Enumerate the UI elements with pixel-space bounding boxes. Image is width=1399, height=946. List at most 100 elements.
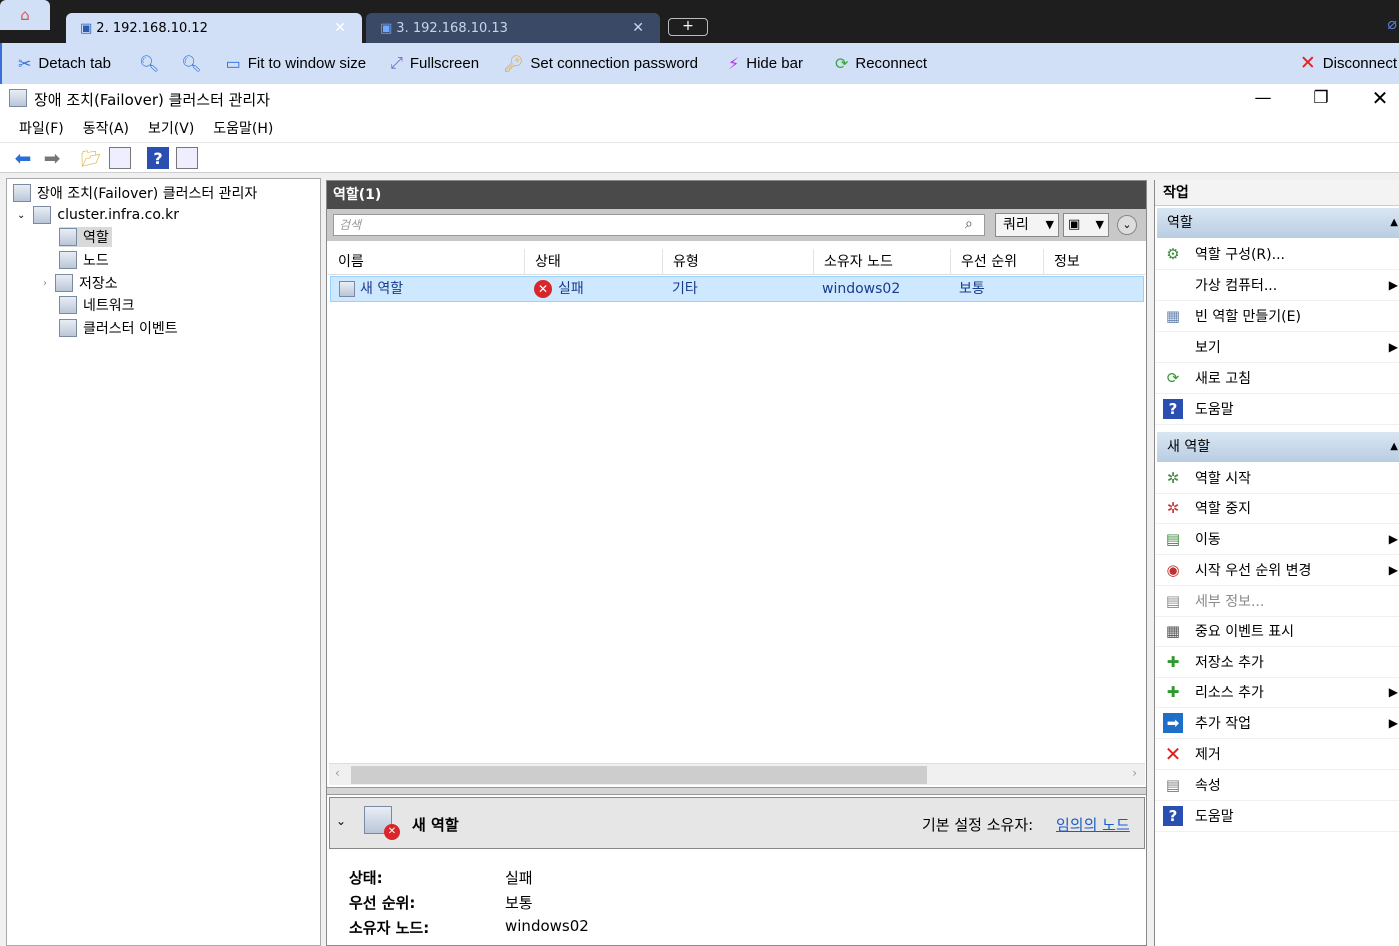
fit-to-window-button[interactable]: ▭ Fit to window size: [226, 54, 367, 74]
show-hide-tree-icon[interactable]: [109, 147, 131, 169]
col-info[interactable]: 정보: [1044, 249, 1144, 275]
action-help[interactable]: ? 도움말: [1155, 394, 1399, 425]
storage-icon: [55, 274, 73, 292]
col-priority[interactable]: 우선 순위: [951, 249, 1044, 275]
close-tab-icon[interactable]: ✕: [632, 20, 644, 36]
action-details[interactable]: ▤ 세부 정보...: [1155, 586, 1399, 617]
action-start-role[interactable]: ✲ 역할 시작: [1155, 463, 1399, 494]
action-properties[interactable]: ▤ 속성: [1155, 770, 1399, 801]
menu-file[interactable]: 파일(F): [19, 118, 64, 138]
fullscreen-button[interactable]: ⤢ Fullscreen: [390, 55, 479, 73]
col-owner[interactable]: 소유자 노드: [814, 249, 951, 275]
query-button[interactable]: 쿼리 ▼: [995, 213, 1059, 237]
expand-chevron-icon[interactable]: ›: [43, 278, 47, 289]
home-tab[interactable]: ⌂: [0, 0, 50, 30]
show-action-pane-icon[interactable]: [176, 147, 198, 169]
detach-tab-button[interactable]: ✂ Detach tab: [18, 54, 111, 74]
zoom-out-button[interactable]: 🔍︎: [181, 54, 201, 74]
minimize-button[interactable]: —: [1239, 84, 1287, 114]
roles-panel: 역할(1) 검색 ⌕ 쿼리 ▼ ▣ ▼ ⌄ 이름 상태 유형 소유자 노드 우선 순…: [326, 180, 1147, 946]
preferred-owner-link[interactable]: 임의의 노드: [1056, 814, 1130, 835]
expand-chevron-icon[interactable]: ⌄: [17, 210, 25, 221]
col-name[interactable]: 이름: [328, 249, 525, 275]
window-title: 장애 조치(Failover) 클러스터 관리자: [34, 90, 271, 109]
disconnect-button[interactable]: ✕ Disconnect: [1300, 52, 1397, 75]
tree-cluster[interactable]: ⌄ cluster.infra.co.kr: [17, 206, 179, 224]
action-label: 빈 역할 만들기(E): [1195, 309, 1301, 325]
hide-bar-button[interactable]: ⚡︎ Hide bar: [728, 54, 803, 74]
search-icon[interactable]: ⌕: [965, 216, 973, 232]
action-add-storage[interactable]: ✚ 저장소 추가: [1155, 647, 1399, 678]
field-priority-value: 보통: [505, 894, 533, 912]
collapse-arrow-icon[interactable]: ▲: [1390, 208, 1398, 238]
close-window-button[interactable]: ✕: [1356, 84, 1399, 114]
menu-bar: 파일(F) 동작(A) 보기(V) 도움말(H): [0, 114, 1399, 142]
tab-192-168-10-12[interactable]: ▣ 2. 192.168.10.12 ✕: [66, 13, 362, 43]
action-more-actions[interactable]: ➡ 추가 작업 ▶: [1155, 708, 1399, 739]
dropdown-arrow-icon: ▼: [1095, 218, 1104, 231]
tree-item-networks[interactable]: 네트워크: [59, 295, 135, 315]
save-query-button[interactable]: ▣ ▼: [1063, 213, 1109, 237]
action-show-critical-events[interactable]: ▦ 중요 이벤트 표시: [1155, 616, 1399, 647]
menu-view[interactable]: 보기(V): [148, 118, 194, 138]
monitor-icon: ▣: [80, 20, 93, 36]
action-label: 역할 중지: [1195, 501, 1251, 517]
submenu-arrow-icon: ▶: [1388, 340, 1398, 354]
action-stop-role[interactable]: ✲ 역할 중지: [1155, 493, 1399, 524]
tree-root[interactable]: 장애 조치(Failover) 클러스터 관리자: [13, 183, 257, 203]
horizontal-scrollbar[interactable]: ‹ ›: [329, 763, 1145, 785]
action-label: 저장소 추가: [1195, 655, 1264, 671]
key-icon: 🔑︎: [503, 55, 524, 73]
action-view[interactable]: 보기 ▶: [1155, 332, 1399, 363]
action-move[interactable]: ▤ 이동 ▶: [1155, 524, 1399, 555]
tree-item-nodes[interactable]: 노드: [59, 250, 109, 270]
reconnect-button[interactable]: ⟳ Reconnect: [835, 54, 927, 74]
action-add-resource[interactable]: ✚ 리소스 추가 ▶: [1155, 677, 1399, 708]
action-help-2[interactable]: ? 도움말: [1155, 801, 1399, 832]
new-tab-button[interactable]: +: [668, 18, 708, 36]
tab-192-168-10-13[interactable]: ▣ 3. 192.168.10.13 ✕: [366, 13, 660, 43]
scroll-right-icon[interactable]: ›: [1132, 766, 1137, 780]
tree-item-storage[interactable]: › 저장소: [43, 273, 118, 293]
more-actions-icon: ➡: [1163, 713, 1183, 733]
action-refresh[interactable]: ⟳ 새로 고침: [1155, 363, 1399, 394]
cell-type: 기타: [672, 281, 698, 297]
collapse-chevron-icon[interactable]: ⌄: [336, 814, 346, 828]
configure-role-icon: ⚙: [1166, 245, 1180, 263]
back-arrow-icon[interactable]: ⬅: [12, 146, 34, 170]
action-change-startup-priority[interactable]: ◉ 시작 우선 순위 변경 ▶: [1155, 555, 1399, 586]
action-label: 도움말: [1195, 809, 1234, 825]
tree-item-roles[interactable]: 역할: [59, 227, 112, 247]
col-type[interactable]: 유형: [663, 249, 814, 275]
monitor-icon: ▣: [380, 20, 393, 36]
menu-action[interactable]: 동작(A): [83, 118, 129, 138]
pane-splitter[interactable]: [327, 787, 1146, 795]
action-configure-role[interactable]: ⚙ 역할 구성(R)...: [1155, 239, 1399, 270]
menu-help[interactable]: 도움말(H): [213, 118, 273, 138]
role-failed-icon: ✕: [364, 806, 400, 840]
paperclip-icon[interactable]: ⌀: [1387, 14, 1397, 33]
search-input[interactable]: 검색: [333, 214, 985, 236]
set-password-button[interactable]: 🔑︎ Set connection password: [503, 54, 698, 74]
section-roles[interactable]: 역할 ▲: [1157, 208, 1399, 238]
action-create-empty-role[interactable]: ▦ 빈 역할 만들기(E): [1155, 301, 1399, 332]
table-row[interactable]: 새 역할 ✕ 실패 기타 windows02 보통: [330, 276, 1144, 302]
tree-item-cluster-events[interactable]: 클러스터 이벤트: [59, 318, 178, 338]
maximize-button[interactable]: ❐: [1297, 84, 1345, 114]
action-virtual-machines[interactable]: 가상 컴퓨터... ▶: [1155, 270, 1399, 301]
tree-root-label: 장애 조치(Failover) 클러스터 관리자: [37, 186, 258, 202]
cell-name: 새 역할: [339, 277, 403, 301]
scrollbar-thumb[interactable]: [351, 766, 927, 784]
section-new-role[interactable]: 새 역할 ▲: [1157, 432, 1399, 462]
col-status[interactable]: 상태: [525, 249, 663, 275]
action-remove[interactable]: ✕ 제거: [1155, 739, 1399, 770]
scroll-left-icon[interactable]: ‹: [335, 766, 340, 780]
collapse-chevron-icon[interactable]: ⌄: [1117, 215, 1137, 235]
close-tab-icon[interactable]: ✕: [334, 20, 346, 36]
collapse-arrow-icon[interactable]: ▲: [1390, 432, 1398, 462]
zoom-in-button[interactable]: 🔍︎: [139, 54, 159, 74]
forward-arrow-icon[interactable]: ➡: [41, 146, 63, 170]
up-folder-icon[interactable]: 📂︎: [80, 147, 102, 169]
help-icon: ?: [1163, 806, 1183, 826]
help-icon[interactable]: ?: [147, 147, 169, 169]
